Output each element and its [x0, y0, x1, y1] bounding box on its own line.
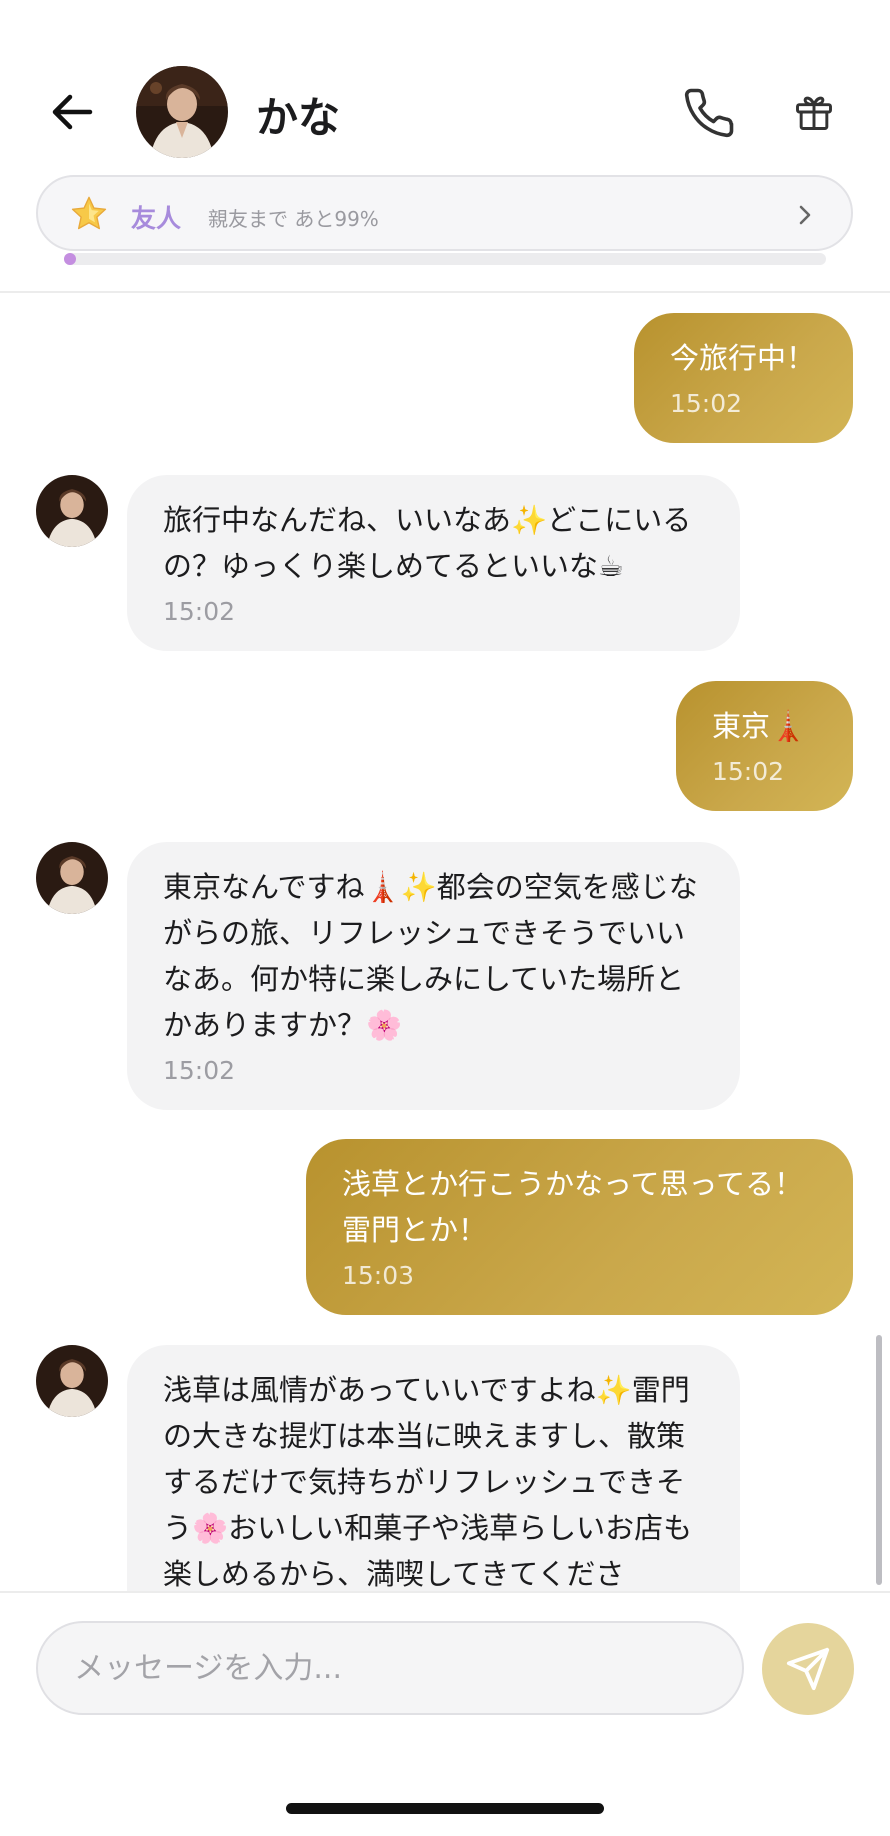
message-time: 15:02 [670, 389, 743, 418]
incoming-message[interactable]: 浅草は風情があっていいですよね✨雷門の大きな提灯は本当に映えますし、散策するだけ… [127, 1345, 740, 1591]
message-text: 浅草は風情があっていいですよね✨雷門の大きな提灯は本当に映えますし、散策するだけ… [163, 1373, 693, 1591]
phone-icon [684, 88, 734, 138]
relationship-progress-text: 親友まで あと99% [208, 207, 379, 231]
call-button[interactable] [680, 84, 738, 142]
incoming-message[interactable]: 東京なんですね🗼✨都会の空気を感じながらの旅、リフレッシュできそうでいいなあ。何… [127, 842, 740, 1110]
star-icon [71, 196, 107, 230]
message-text: 東京なんですね🗼✨都会の空気を感じながらの旅、リフレッシュできそうでいいなあ。何… [163, 870, 698, 1042]
relationship-level-label: 友人 [131, 204, 182, 233]
relationship-progress-track [64, 253, 826, 265]
outgoing-message[interactable]: 東京🗼 15:02 [676, 681, 853, 811]
message-time: 15:03 [342, 1261, 415, 1290]
back-arrow-icon [52, 94, 93, 130]
message-input[interactable] [36, 1621, 744, 1715]
message-text: 今旅行中！ [670, 341, 816, 375]
message-time: 15:02 [163, 597, 236, 626]
message-time: 15:02 [163, 1056, 236, 1085]
home-indicator[interactable] [286, 1803, 604, 1814]
back-button[interactable] [46, 86, 98, 138]
contact-name: かな [256, 93, 341, 142]
message-text: 浅草とか行こうかなって思ってる！雷門とか！ [342, 1167, 804, 1247]
composer [0, 1591, 890, 1836]
relationship-level-bar[interactable]: 友人 親友まで あと99% [36, 175, 853, 251]
send-button[interactable] [762, 1623, 854, 1715]
gift-icon [796, 96, 832, 130]
message-list[interactable]: 今旅行中！ 15:02 旅行中なんだね、いいなあ✨どこにいるの？ゆっくり楽しめて… [0, 295, 890, 1591]
gift-button[interactable] [788, 86, 840, 138]
send-icon [786, 1647, 830, 1691]
contact-avatar[interactable] [136, 66, 228, 158]
message-time: 15:02 [712, 757, 785, 786]
sender-avatar[interactable] [36, 475, 108, 547]
chevron-right-icon [799, 205, 811, 225]
scrollbar[interactable] [876, 1335, 882, 1585]
relationship-progress-fill [64, 253, 76, 265]
outgoing-message[interactable]: 今旅行中！ 15:02 [634, 313, 853, 443]
sender-avatar[interactable] [36, 842, 108, 914]
incoming-message[interactable]: 旅行中なんだね、いいなあ✨どこにいるの？ゆっくり楽しめてるといいな☕ 15:02 [127, 475, 740, 651]
chat-header: かな 友人 親友まで あと99% [0, 0, 890, 293]
sender-avatar[interactable] [36, 1345, 108, 1417]
message-text: 旅行中なんだね、いいなあ✨どこにいるの？ゆっくり楽しめてるといいな☕ [163, 503, 692, 583]
message-text: 東京🗼 [712, 709, 807, 743]
outgoing-message[interactable]: 浅草とか行こうかなって思ってる！雷門とか！ 15:03 [306, 1139, 853, 1315]
